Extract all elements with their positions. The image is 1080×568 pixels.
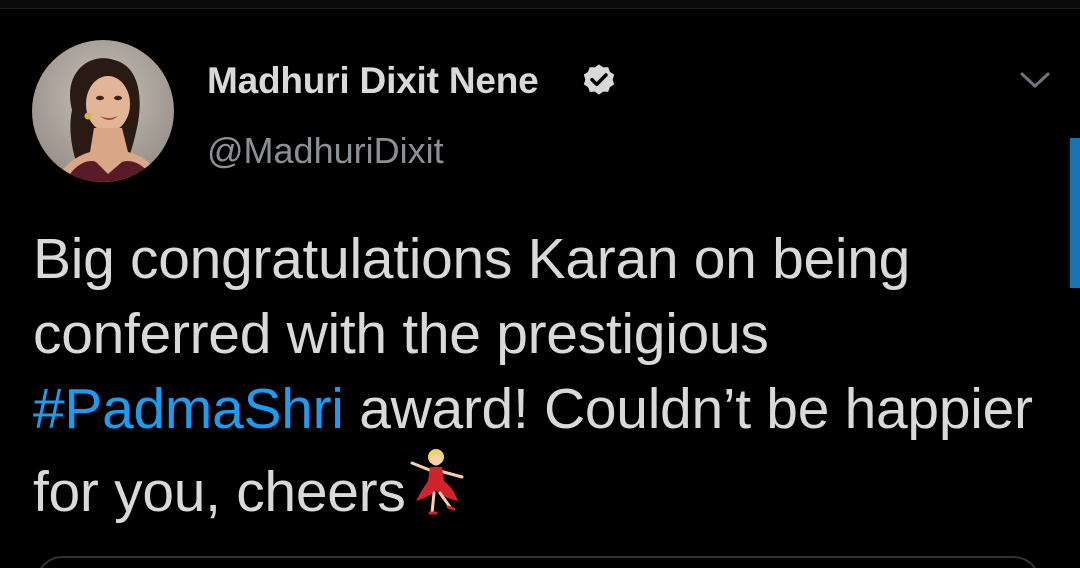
media-card-edge — [36, 556, 1040, 568]
scrollbar[interactable] — [1070, 138, 1080, 288]
avatar[interactable] — [32, 40, 174, 182]
tweet-text: Big congratulations Karan on being confe… — [33, 222, 1043, 530]
verified-badge-icon — [583, 64, 615, 95]
chevron-down-icon[interactable] — [1018, 68, 1052, 92]
author-handle[interactable]: @MadhuriDixit — [207, 130, 444, 172]
author-display-name[interactable]: Madhuri Dixit Nene — [207, 60, 539, 102]
top-divider — [0, 0, 1080, 9]
dancer-emoji-icon — [410, 449, 464, 515]
tweet-text-part1: Big congratulations Karan on being confe… — [33, 227, 911, 366]
profile-photo-icon — [32, 40, 174, 182]
hashtag-link[interactable]: #PadmaShri — [33, 377, 344, 441]
